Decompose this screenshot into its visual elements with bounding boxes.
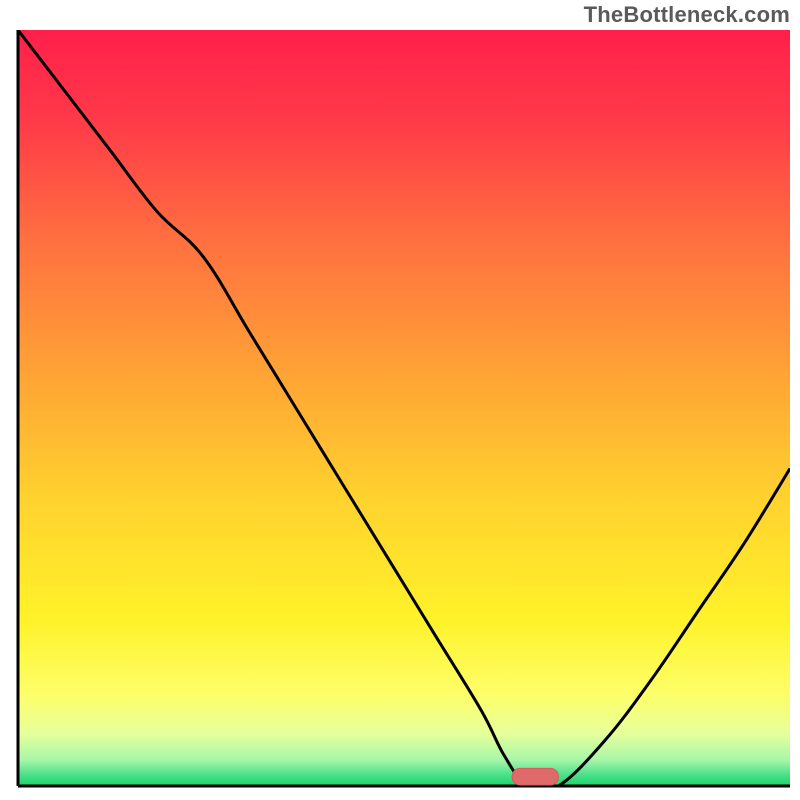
chart-container: TheBottleneck.com: [0, 0, 800, 800]
optimal-marker: [512, 768, 558, 785]
bottleneck-chart: [0, 0, 800, 800]
gradient-background: [18, 30, 790, 786]
watermark-text: TheBottleneck.com: [584, 2, 790, 28]
